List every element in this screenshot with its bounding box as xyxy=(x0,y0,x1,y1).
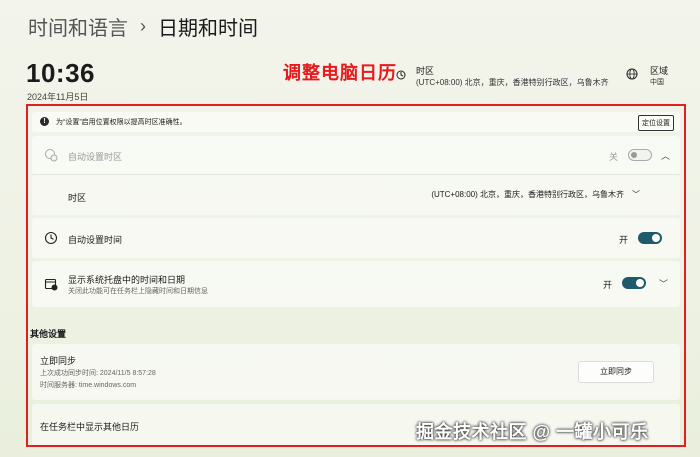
globe-clock-icon xyxy=(45,149,58,162)
location-info-bar: ! 为“设置”启用位置权限以提高时区准确性。 定位设置 xyxy=(32,112,680,132)
timezone-summary-value: (UTC+08:00) 北京，重庆，香港特别行政区，乌鲁木齐 xyxy=(416,78,609,87)
calendar-label: 在任务栏中显示其他日历 xyxy=(40,422,140,432)
chevron-down-icon: ﹀ xyxy=(632,189,640,199)
timezone-label: 时区 xyxy=(68,193,87,203)
tray-time-state: 开 xyxy=(602,280,612,290)
annotation-text: 调整电脑日历 xyxy=(283,63,397,83)
sync-title: 立即同步 xyxy=(40,356,77,366)
timezone-row: 时区 (UTC+08:00) 北京，重庆，香港特别行政区，乌鲁木齐 ﹀ xyxy=(32,174,680,215)
current-date: 2024年11月5日 xyxy=(27,92,89,102)
region-summary-title: 区域 xyxy=(650,66,669,76)
auto-timezone-toggle[interactable] xyxy=(628,149,652,161)
page-title: 日期和时间 xyxy=(158,18,258,40)
tray-time-row[interactable]: 显示系统托盘中的时间和日期 关闭此功能可在任务栏上隐藏时间和日期信息 开 ﹀ xyxy=(32,261,680,307)
sync-server: 时间服务器: time.windows.com xyxy=(40,382,137,389)
auto-time-row[interactable]: 自动设置时间 开 xyxy=(32,218,680,258)
timezone-dropdown[interactable]: (UTC+08:00) 北京，重庆，香港特别行政区，乌鲁木齐 ﹀ xyxy=(431,185,640,203)
info-text: 为“设置”启用位置权限以提高时区准确性。 xyxy=(56,119,187,126)
settings-panel: ! 为“设置”启用位置权限以提高时区准确性。 定位设置 自动设置时区 关 ︿ 时… xyxy=(26,104,686,447)
watermark: 掘金技术社区 @ 一罐小可乐 xyxy=(416,422,649,442)
auto-time-toggle[interactable] xyxy=(638,232,662,244)
info-icon: ! xyxy=(40,117,49,126)
auto-timezone-state: 关 xyxy=(608,152,618,162)
location-settings-button[interactable]: 定位设置 xyxy=(638,115,674,131)
timezone-summary-title: 时区 xyxy=(416,66,435,76)
current-time: 10:36 xyxy=(26,58,95,88)
calendar-clock-icon xyxy=(44,278,58,291)
timezone-dropdown-value: (UTC+08:00) 北京，重庆，香港特别行政区，乌鲁木齐 xyxy=(431,189,624,199)
clock-globe-icon xyxy=(396,70,406,80)
tray-time-toggle[interactable] xyxy=(622,277,646,289)
sync-now-button[interactable]: 立即同步 xyxy=(578,361,654,383)
auto-timezone-row[interactable]: 自动设置时区 关 ︿ xyxy=(32,136,680,174)
breadcrumb: 时间和语言 › 日期和时间 xyxy=(28,12,258,41)
sync-row: 立即同步 上次成功同步时间: 2024/11/5 8:57:28 时间服务器: … xyxy=(32,344,680,400)
auto-timezone-label: 自动设置时区 xyxy=(68,152,123,162)
auto-time-state: 开 xyxy=(618,235,628,245)
chevron-right-icon: › xyxy=(140,16,146,36)
sync-last-time: 上次成功同步时间: 2024/11/5 8:57:28 xyxy=(40,370,156,377)
tray-time-label: 显示系统托盘中的时间和日期 xyxy=(68,275,186,285)
tray-time-description: 关闭此功能可在任务栏上隐藏时间和日期信息 xyxy=(68,288,208,295)
chevron-up-icon[interactable]: ︿ xyxy=(661,149,670,162)
breadcrumb-parent[interactable]: 时间和语言 xyxy=(28,12,128,41)
other-settings-heading: 其他设置 xyxy=(30,329,67,339)
region-summary-value: 中国 xyxy=(650,79,664,86)
auto-time-label: 自动设置时间 xyxy=(68,235,123,245)
clock-icon xyxy=(44,231,58,245)
chevron-down-icon[interactable]: ﹀ xyxy=(659,277,668,290)
globe-icon xyxy=(626,68,638,80)
